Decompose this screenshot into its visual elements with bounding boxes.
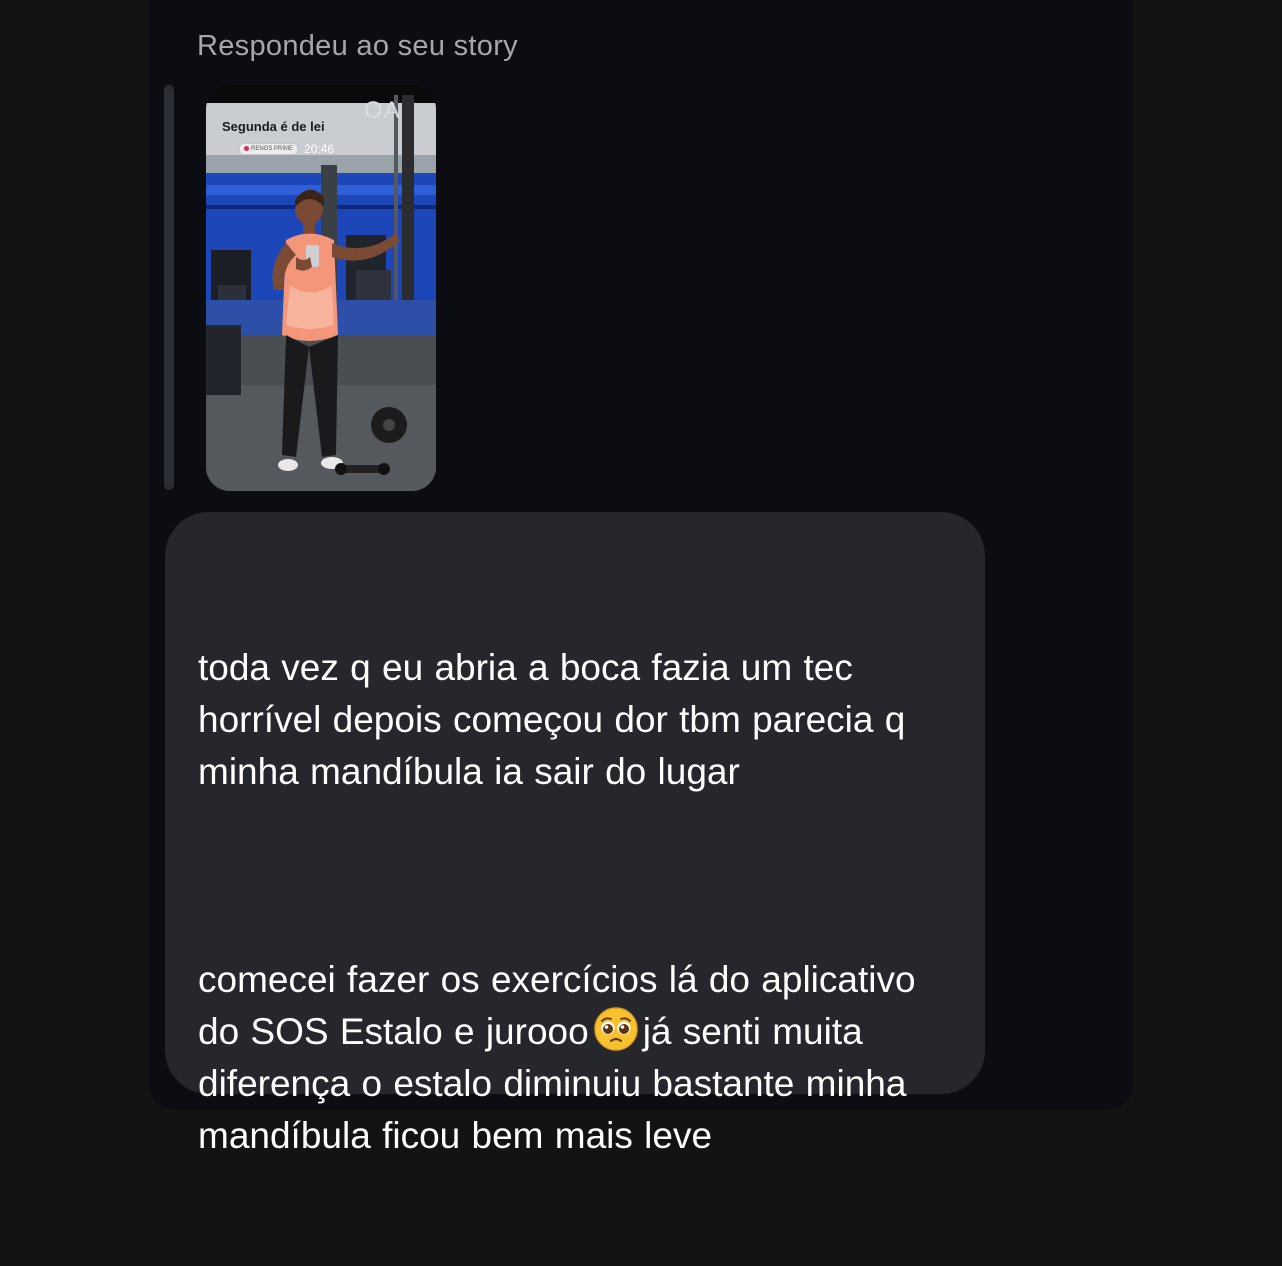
message-paragraph-1: toda vez q eu abria a boca fazia um tec … (198, 647, 917, 792)
message-bubble[interactable]: toda vez q eu abria a boca fazia um tec … (165, 512, 985, 1156)
reply-context-label: Respondeu ao seu story (197, 30, 518, 62)
message-text: toda vez q eu abria a boca fazia um tec … (198, 538, 968, 1266)
badge-dot-icon (244, 145, 249, 151)
story-meta: RENOS PRIME 20:46 (239, 142, 334, 156)
message-paragraph-2: comecei fazer os exercícios lá do aplica… (198, 954, 968, 1162)
story-time: 20:46 (304, 142, 335, 156)
story-preview-thumbnail[interactable]: OA Segunda é de lei RENOS PRIME 20:46 (206, 85, 436, 491)
reply-quote-bar (164, 85, 174, 490)
story-badge-label: RENOS PRIME (251, 146, 294, 152)
story-background-sign: OA (364, 97, 401, 124)
story-location-badge: RENOS PRIME (239, 143, 299, 155)
pleading-face-icon (593, 1007, 638, 1051)
story-caption: Segunda é de lei (222, 119, 325, 134)
chat-panel: Respondeu ao seu story OA Segunda é de l… (149, 0, 1133, 1156)
